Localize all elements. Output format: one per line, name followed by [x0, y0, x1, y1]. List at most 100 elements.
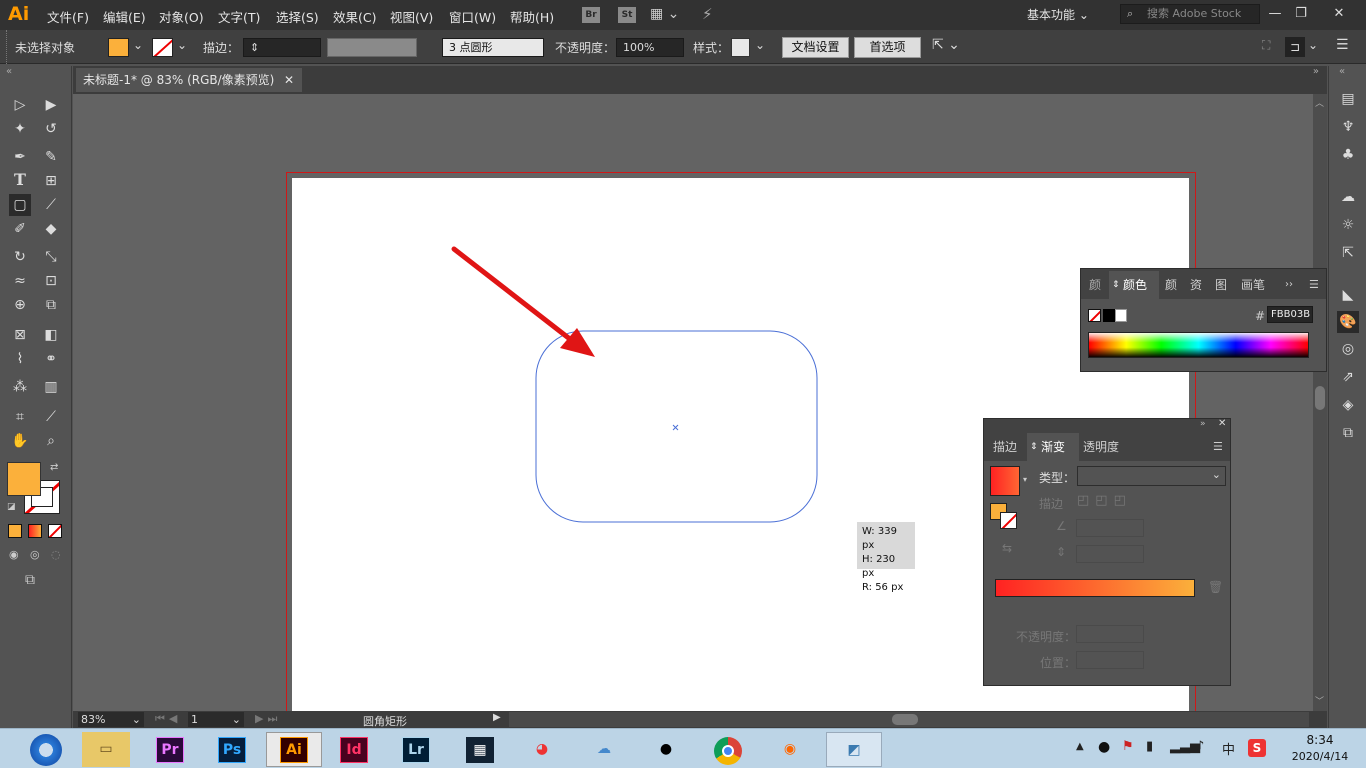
links-icon[interactable]: ⇗ — [1337, 366, 1359, 388]
appearance-icon[interactable]: ☼ — [1337, 214, 1359, 236]
horizontal-scrollbar[interactable] — [509, 712, 1309, 727]
panel-menu-icon[interactable]: ☰ — [1213, 433, 1223, 461]
gradient-type-label: 类型： — [1039, 471, 1076, 485]
gradient-type-dropdown[interactable]: ⌄ — [1077, 466, 1226, 486]
stop-position-field[interactable] — [1076, 651, 1144, 669]
aspect-ratio-field[interactable] — [1076, 545, 1144, 563]
right-panel-dock: « ▤ ♆ ♣ ☁ ☼ ⇱ ◣ 🎨 ◎ ⇗ ◈ ⧉ — [1328, 66, 1366, 728]
tab-graphic[interactable]: 图形 — [1215, 271, 1235, 299]
stop-opacity-label: 不透明度： — [1016, 630, 1077, 644]
tab-gradient-label: 渐变 — [1041, 440, 1066, 454]
tray-expand-icon[interactable]: ▲ — [1076, 741, 1084, 752]
windows-taskbar: ▭ Pr Ps Ai Id Lr ▦ ◕ ☁ ● ◉ ◩ ▲ ● ⚑ ▮ ▂▃▅… — [0, 728, 1366, 768]
qq-icon[interactable]: ● — [642, 732, 690, 767]
chevron-down-icon: ⌄ — [1211, 468, 1221, 481]
hex-input[interactable]: FBB03B — [1267, 306, 1313, 323]
center-point-marker — [672, 424, 679, 431]
photoshop-icon: Ps — [218, 737, 246, 763]
close-icon[interactable]: ✕ — [1218, 418, 1226, 429]
video-editor-icon[interactable]: ▦ — [456, 732, 504, 767]
stop-opacity-field[interactable] — [1076, 625, 1144, 643]
red-arrow-annotation — [451, 246, 578, 346]
media-player-icon[interactable]: ◕ — [518, 732, 566, 767]
gradient-thumbnail[interactable] — [990, 466, 1020, 496]
tray-battery-icon[interactable]: ▮ — [1146, 739, 1153, 754]
artboard-number-field[interactable]: 1 ⌄ — [188, 712, 244, 727]
tray-ime-indicator[interactable]: 中 — [1222, 739, 1235, 758]
tab-transparency[interactable]: 透明度 — [1083, 433, 1119, 461]
angle-field[interactable] — [1076, 519, 1144, 537]
tray-volume-icon[interactable]: ♪ — [1196, 739, 1204, 754]
tab-gradient[interactable]: ⇕ 渐变 — [1027, 433, 1079, 461]
gradient-slider[interactable] — [995, 579, 1195, 597]
puppet-icon[interactable]: ♆ — [1337, 116, 1359, 138]
black-swatch[interactable] — [1103, 309, 1115, 322]
status-bar: 83% ⌄ ⏮◀ 1 ⌄ ▶⏭ 圆角矩形 ▶ — [73, 711, 1327, 728]
taskbar-indesign[interactable]: Id — [330, 732, 378, 767]
chat-app-icon[interactable]: ☁ — [580, 732, 628, 767]
tab-assets[interactable]: 资源 — [1190, 271, 1210, 299]
cc-libraries-icon[interactable]: ☁ — [1337, 186, 1359, 208]
browser-app-icon[interactable]: ◉ — [766, 732, 814, 767]
tab-stroke[interactable]: 描边 — [993, 433, 1017, 461]
chevron-down-icon: ⌄ — [131, 713, 141, 726]
taskbar-lightroom[interactable]: Lr — [392, 732, 440, 767]
graphic-styles-icon[interactable]: ◣ — [1337, 284, 1359, 306]
delete-stop-icon[interactable]: 🗑 — [1208, 580, 1223, 594]
color-spectrum[interactable] — [1088, 332, 1309, 358]
clock-date[interactable]: 2020/4/14 — [1278, 750, 1362, 763]
white-swatch[interactable] — [1115, 309, 1127, 322]
clock-time[interactable]: 8:34 — [1290, 733, 1350, 747]
tab-color-active-label: 颜色 — [1123, 278, 1148, 292]
artboards-icon[interactable]: ⧉ — [1337, 422, 1359, 444]
color-guide-icon[interactable]: ◎ — [1337, 338, 1359, 360]
indesign-icon: Id — [340, 737, 368, 763]
taskbar-photoshop[interactable]: Ps — [208, 732, 256, 767]
more-tabs-icon[interactable]: ›› — [1285, 271, 1293, 299]
reverse-gradient-icon[interactable]: ⇆ — [1002, 541, 1012, 555]
artboard-number: 1 — [191, 713, 198, 726]
tray-sogou-icon[interactable]: S — [1248, 739, 1266, 757]
gradient-panel-header — [984, 419, 1230, 433]
chevron-updown-icon: ⇕ — [1030, 442, 1038, 452]
tab-color-guide[interactable]: 颜色 — [1165, 271, 1185, 299]
horizontal-scroll-thumb[interactable] — [892, 714, 918, 725]
status-menu-icon[interactable]: ▶ — [493, 712, 501, 723]
aspect-ratio-icon: ⇕ — [1056, 545, 1067, 559]
tooltip-radius: R: 56 px — [862, 582, 904, 593]
club-symbols-icon[interactable]: ♣ — [1337, 144, 1359, 166]
zoom-dropdown[interactable]: 83% ⌄ — [78, 712, 144, 727]
chevron-down-icon[interactable]: ▾ — [1023, 475, 1027, 484]
tooltip-height: H: 230 px — [862, 554, 896, 579]
lightroom-icon: Lr — [402, 737, 430, 763]
collapse-icon[interactable]: » — [1200, 419, 1206, 429]
start-button-icon[interactable] — [30, 734, 62, 766]
expand-icon[interactable]: « — [1339, 66, 1345, 77]
chrome-icon[interactable] — [704, 732, 752, 767]
angle-icon: ∠ — [1056, 519, 1067, 533]
none-swatch[interactable] — [1088, 309, 1101, 322]
premiere-icon: Pr — [156, 737, 184, 763]
next-last-artboard-icon[interactable]: ▶⏭ — [255, 712, 281, 726]
notes-app-icon[interactable]: ◩ — [826, 732, 882, 767]
layers-icon[interactable]: ◈ — [1337, 394, 1359, 416]
color-palette-icon[interactable]: 🎨 — [1337, 311, 1359, 333]
color-panel: 颜色 ⇕颜色 颜色 资源 图形 画笔 ›› ☰ # FBB03B — [1080, 268, 1327, 372]
stroke-indicator-small[interactable] — [1000, 512, 1017, 529]
file-explorer-icon[interactable]: ▭ — [82, 732, 130, 767]
gradient-panel: » ✕ 描边 ⇕ 渐变 透明度 ☰ ▾ 类型： ⌄ 描边 ◰◰◰ ⇆ ∠ ⇕ 🗑 … — [983, 418, 1231, 686]
taskbar-premiere[interactable]: Pr — [146, 732, 194, 767]
first-prev-artboard-icon[interactable]: ⏮◀ — [155, 712, 181, 726]
tab-color-active[interactable]: ⇕ 颜色 — [1109, 271, 1159, 299]
tab-brushes[interactable]: 画笔 — [1241, 271, 1265, 299]
tab-color-1[interactable]: 颜色 — [1089, 271, 1107, 299]
tray-flag-icon[interactable]: ⚑ — [1122, 739, 1134, 754]
illustrator-icon: Ai — [280, 737, 308, 763]
taskbar-illustrator[interactable]: Ai — [266, 732, 322, 767]
tray-qq-icon[interactable]: ● — [1098, 739, 1110, 755]
tooltip-width: W: 339 px — [862, 526, 897, 551]
panel-menu-icon[interactable]: ☰ — [1309, 271, 1319, 299]
properties-icon[interactable]: ▤ — [1337, 88, 1359, 110]
export-icon[interactable]: ⇱ — [1337, 242, 1359, 264]
size-tooltip: W: 339 px H: 230 px R: 56 px — [857, 522, 915, 593]
